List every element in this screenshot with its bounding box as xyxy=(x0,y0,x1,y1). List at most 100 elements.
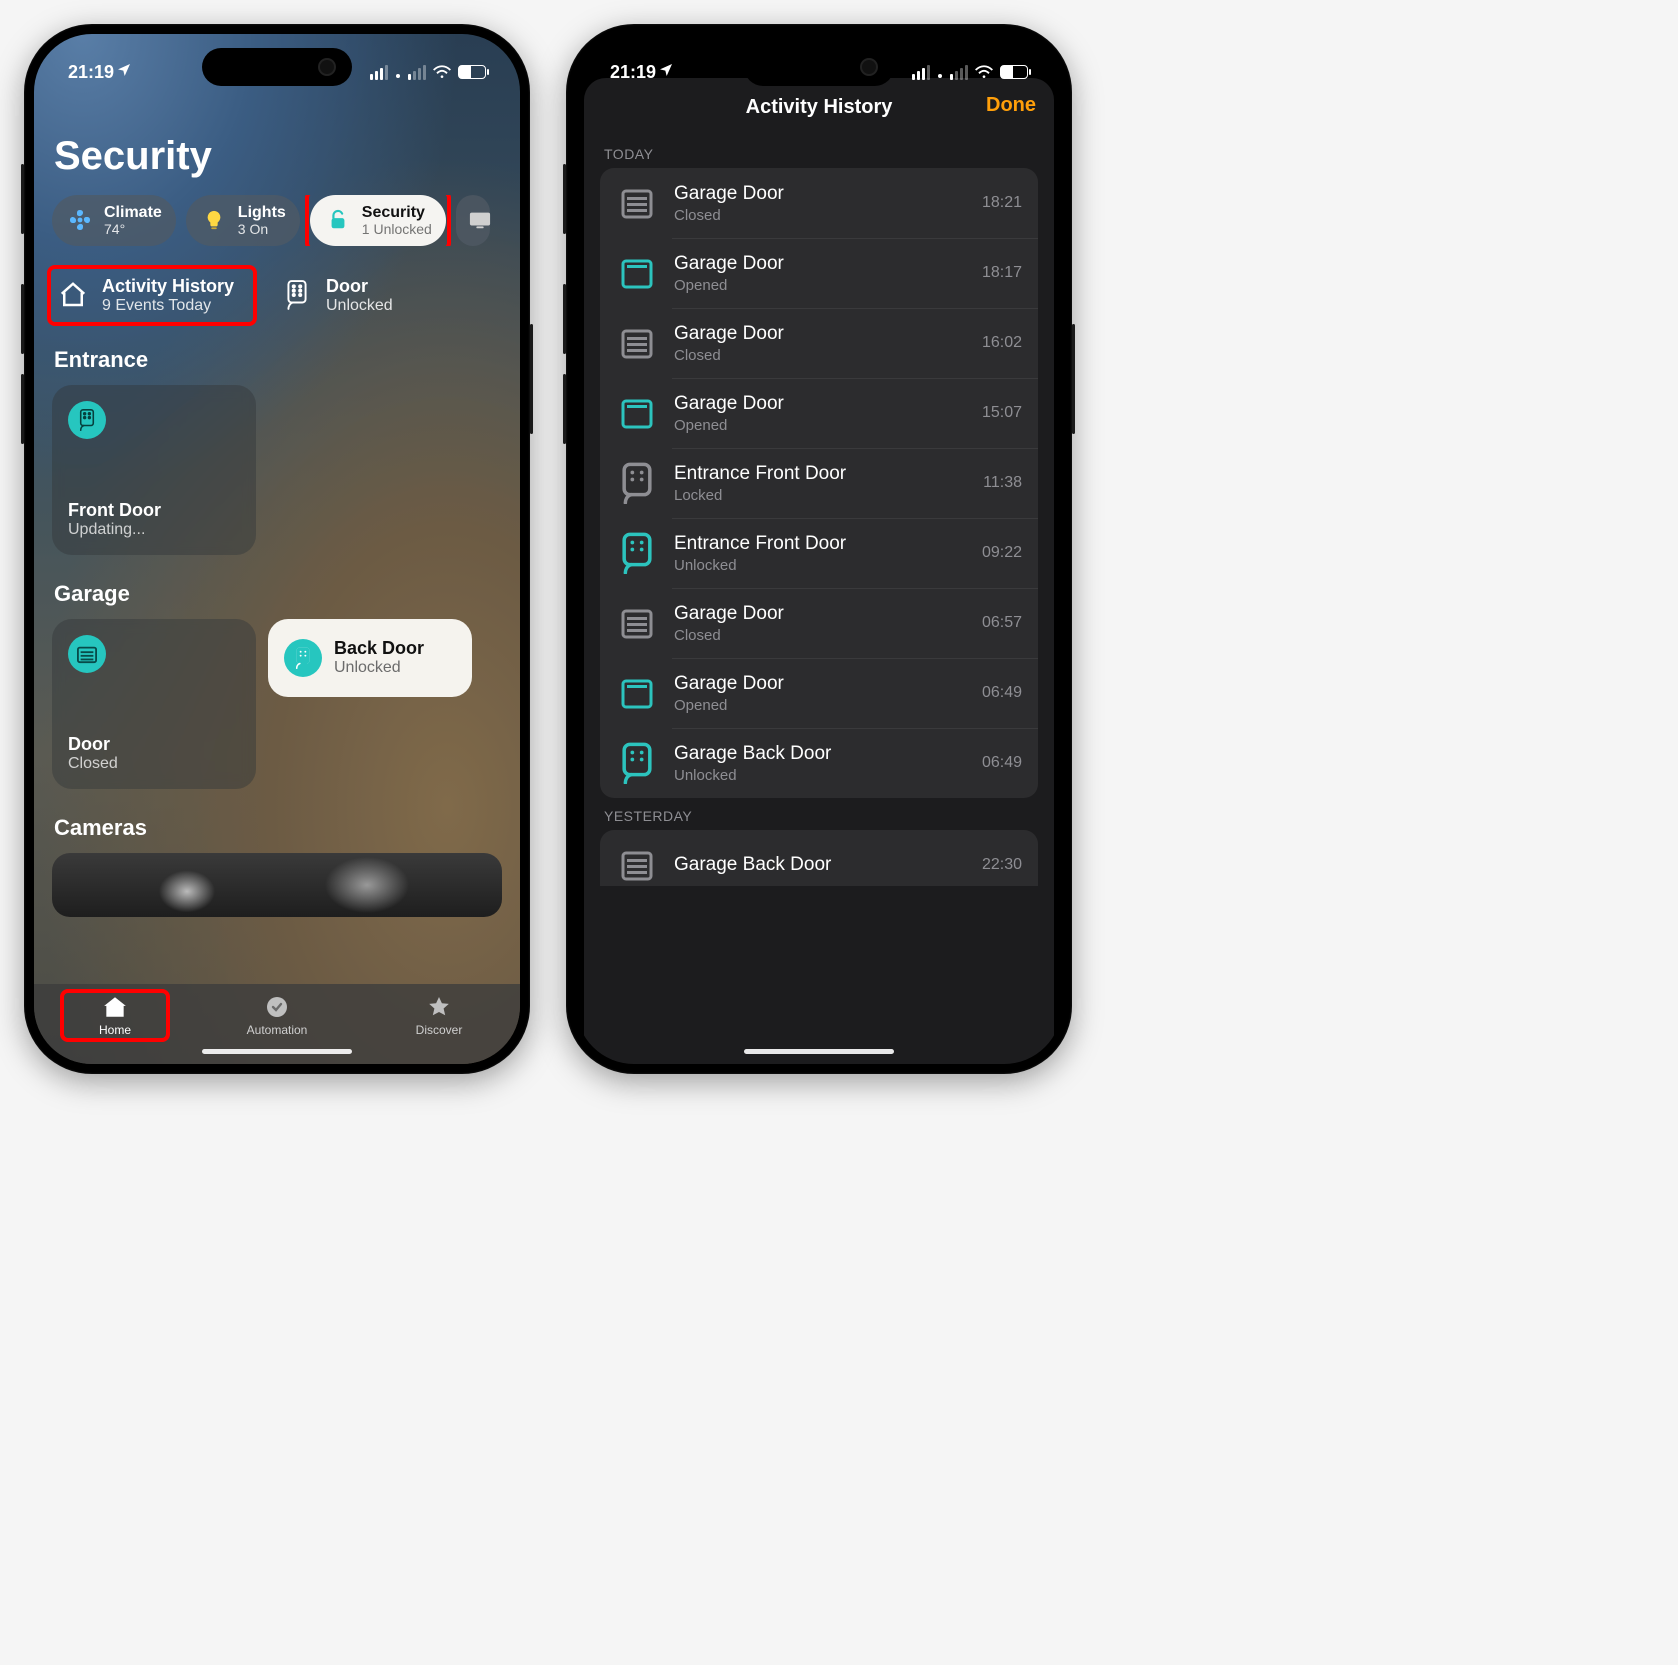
activity-time: 15:07 xyxy=(982,404,1022,422)
activity-state: Unlocked xyxy=(674,767,966,784)
activity-row[interactable]: Garage Door Closed 16:02 xyxy=(600,308,1038,378)
tile-front-door[interactable]: Front Door Updating... xyxy=(52,385,256,555)
chip-climate[interactable]: Climate 74° xyxy=(52,195,176,246)
fan-icon xyxy=(66,206,94,234)
garage-open-icon xyxy=(616,252,658,294)
activity-time: 11:38 xyxy=(983,474,1022,492)
activity-time: 18:21 xyxy=(982,194,1022,212)
activity-time: 06:49 xyxy=(982,684,1022,702)
garage-closed-icon xyxy=(616,182,658,224)
garage-open-icon xyxy=(616,672,658,714)
tile-door-summary[interactable]: Door Unlocked xyxy=(276,270,476,321)
activity-row[interactable]: Entrance Front Door Locked 11:38 xyxy=(600,448,1038,518)
chip-lights[interactable]: Lights 3 On xyxy=(186,195,300,246)
tab-home-label: Home xyxy=(99,1023,131,1037)
activity-row[interactable]: Garage Door Opened 15:07 xyxy=(600,378,1038,448)
activity-row[interactable]: Garage DoorClosed06:57 xyxy=(600,588,1038,658)
chip-security[interactable]: Security 1 Unlocked xyxy=(310,195,446,246)
activity-row[interactable]: Entrance Front DoorUnlocked09:22 xyxy=(600,518,1038,588)
activity-name: Garage Back Door xyxy=(674,854,966,876)
activity-time: 16:02 xyxy=(982,334,1022,352)
tab-automation-label: Automation xyxy=(247,1023,308,1037)
done-button[interactable]: Done xyxy=(986,94,1036,117)
activity-name: Garage Door xyxy=(674,253,966,275)
cellular-icon xyxy=(370,65,388,80)
camera-preview-strip[interactable] xyxy=(52,853,502,917)
activity-time: 09:22 xyxy=(982,544,1022,562)
activity-name: Garage Door xyxy=(674,393,966,415)
location-arrow-icon xyxy=(658,62,674,78)
page-title: Security xyxy=(52,134,502,179)
wifi-icon xyxy=(432,65,452,79)
section-heading-garage: Garage xyxy=(54,581,502,607)
tile-activity-history[interactable]: Activity History 9 Events Today xyxy=(52,270,252,321)
group-label: YESTERDAY xyxy=(604,808,1038,824)
location-arrow-icon xyxy=(116,62,132,78)
activity-time: 18:17 xyxy=(982,264,1022,282)
activity-time: 06:57 xyxy=(982,614,1022,632)
activity-state: Closed xyxy=(674,627,966,644)
activity-history-title: Activity History xyxy=(102,276,234,297)
activity-state: Closed xyxy=(674,347,966,364)
garage-closed-icon xyxy=(616,322,658,364)
activity-state: Opened xyxy=(674,417,966,434)
activity-state: Locked xyxy=(674,487,967,504)
activity-state: Opened xyxy=(674,697,966,714)
sheet-title: Activity History xyxy=(746,96,893,119)
activity-history-sub: 9 Events Today xyxy=(102,297,234,315)
chip-lights-sub: 3 On xyxy=(238,222,286,237)
garage-icon xyxy=(68,635,106,673)
dynamic-island xyxy=(744,48,894,86)
home-indicator[interactable] xyxy=(202,1049,352,1054)
activity-time: 06:49 xyxy=(982,754,1022,772)
lock-unlocked-icon xyxy=(616,742,658,784)
tab-home[interactable]: Home xyxy=(65,994,165,1037)
battery-icon xyxy=(458,65,486,79)
activity-row[interactable]: Garage DoorOpened18:17 xyxy=(600,238,1038,308)
activity-list: Garage DoorClosed18:21Garage DoorOpened1… xyxy=(600,168,1038,798)
activity-row[interactable]: Garage Back Door 22:30 xyxy=(600,830,1038,886)
door-summary-title: Door xyxy=(326,276,393,297)
keypad-lock-icon xyxy=(284,639,322,677)
front-door-name: Front Door xyxy=(68,500,240,521)
lock-locked-icon xyxy=(616,462,658,504)
home-indicator[interactable] xyxy=(744,1049,894,1054)
activity-time: 22:30 xyxy=(982,856,1022,874)
keypad-lock-icon xyxy=(68,401,106,439)
tab-automation[interactable]: Automation xyxy=(227,994,327,1037)
activity-row[interactable]: Garage Back DoorUnlocked06:49 xyxy=(600,728,1038,798)
star-icon xyxy=(425,994,453,1020)
tile-back-door[interactable]: Back Door Unlocked xyxy=(268,619,472,697)
activity-name: Entrance Front Door xyxy=(674,463,967,485)
section-heading-cameras: Cameras xyxy=(54,815,502,841)
back-door-state: Unlocked xyxy=(334,659,424,677)
display-icon xyxy=(466,206,494,234)
tile-garage-door[interactable]: Door Closed xyxy=(52,619,256,789)
activity-row[interactable]: Garage DoorClosed18:21 xyxy=(600,168,1038,238)
garage-open-icon xyxy=(616,392,658,434)
activity-name: Garage Door xyxy=(674,323,966,345)
tab-discover[interactable]: Discover xyxy=(389,994,489,1037)
battery-icon xyxy=(1000,65,1028,79)
activity-list: Garage Back Door 22:30 xyxy=(600,830,1038,886)
activity-name: Entrance Front Door xyxy=(674,533,966,555)
dual-sim-dot-icon xyxy=(938,74,942,78)
cellular2-icon xyxy=(950,65,968,80)
garage-door-name: Door xyxy=(68,734,240,755)
activity-row[interactable]: Garage Door Opened 06:49 xyxy=(600,658,1038,728)
group-label: TODAY xyxy=(604,146,1038,162)
garage-closed-icon xyxy=(616,602,658,644)
chip-more-peek[interactable] xyxy=(456,195,490,246)
section-heading-entrance: Entrance xyxy=(54,347,502,373)
chip-security-title: Security xyxy=(362,204,432,222)
clock-check-icon xyxy=(263,994,291,1020)
activity-name: Garage Door xyxy=(674,183,966,205)
front-door-state: Updating... xyxy=(68,521,240,539)
category-chip-row: Climate 74° Lights 3 On xyxy=(52,195,502,246)
activity-history-screen: 21:19 Activity History Done TODAYGarage … xyxy=(576,34,1062,1064)
dynamic-island xyxy=(202,48,352,86)
activity-name: Garage Door xyxy=(674,673,966,695)
lock-unlocked-icon xyxy=(616,532,658,574)
dual-sim-dot-icon xyxy=(396,74,400,78)
chip-climate-title: Climate xyxy=(104,204,162,222)
